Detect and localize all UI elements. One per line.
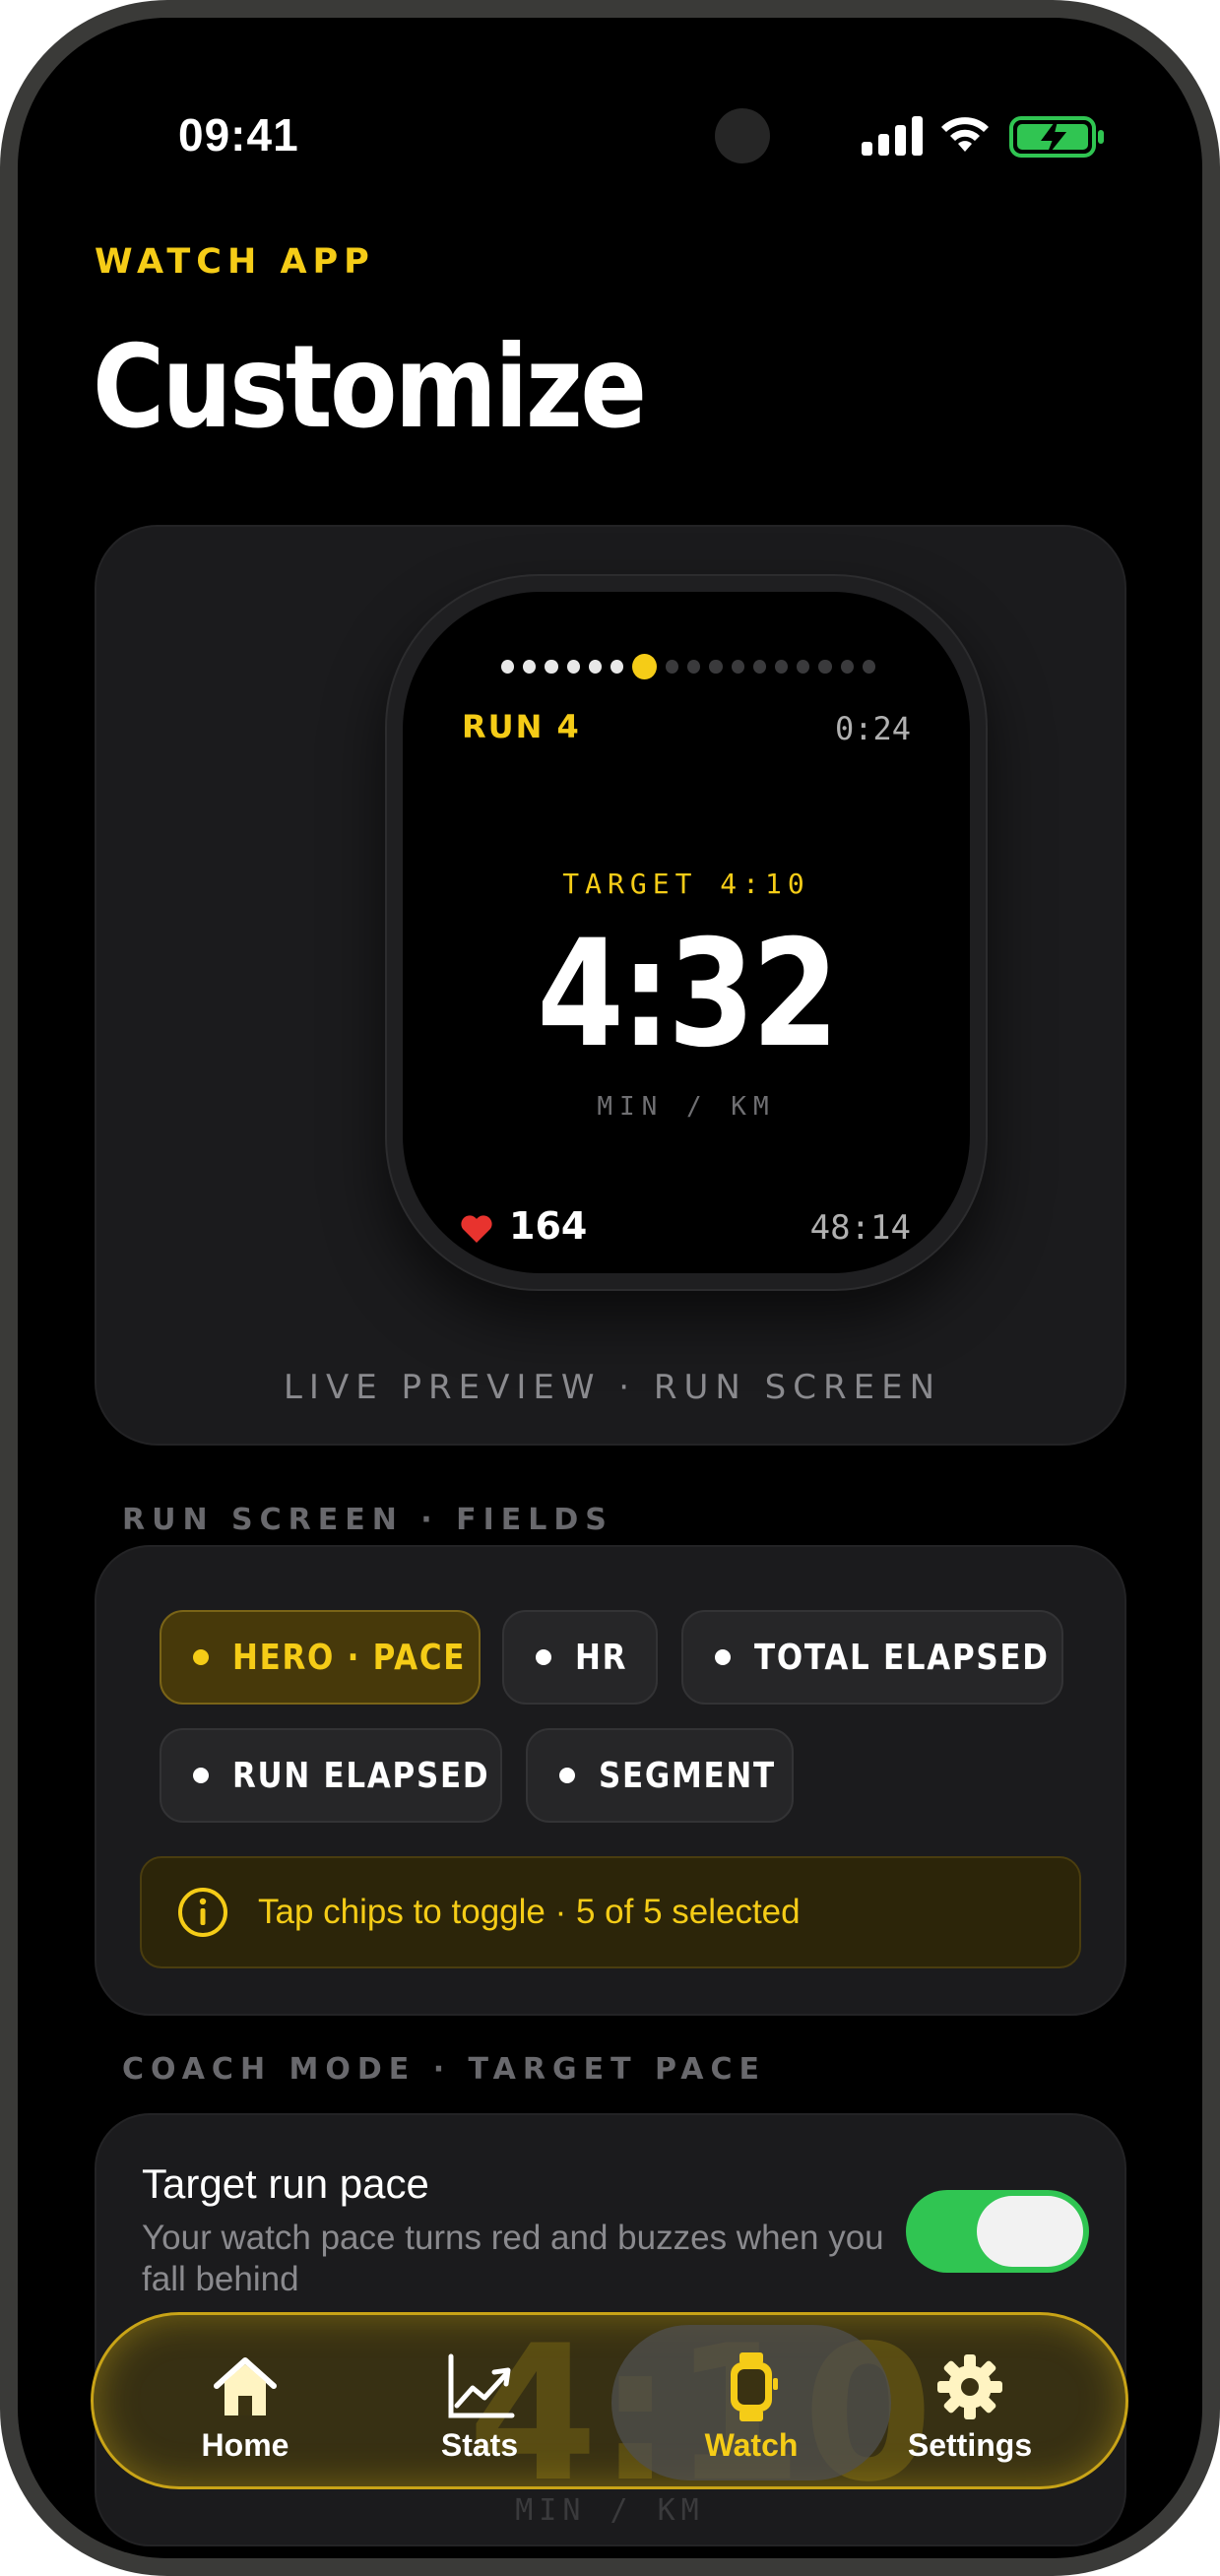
coach-title: Target run pace: [142, 2160, 429, 2207]
tab-label: Settings: [907, 2427, 1033, 2463]
chip-segment[interactable]: SEGMENT: [526, 1728, 794, 1823]
battery-charging-icon: [1009, 116, 1104, 158]
run-label: RUN 4: [462, 708, 581, 745]
page-dot: [774, 660, 789, 674]
page-dot-active: [632, 654, 657, 679]
phone-frame: 09:41 WATCH APP Customize RUN 4 0:24 TAR…: [0, 0, 1220, 2576]
page-dot: [818, 660, 832, 674]
fields-section-label: RUN SCREEN · FIELDS: [122, 1503, 613, 1537]
heart-rate-value: 164: [509, 1204, 588, 1248]
tab-home[interactable]: Home: [127, 2315, 363, 2486]
coach-section-label: COACH MODE · TARGET PACE: [122, 2052, 766, 2087]
page-title: Customize: [93, 321, 647, 454]
gear-icon: [937, 2354, 1002, 2419]
chip-bullet: [559, 1768, 575, 1783]
signal-icon: [862, 116, 923, 156]
watch-preview-card: RUN 4 0:24 TARGET 4:10 4:32 MIN / KM 164…: [95, 525, 1126, 1446]
watch-mockup: RUN 4 0:24 TARGET 4:10 4:32 MIN / KM 164…: [385, 574, 988, 1291]
fields-card: HERO · PACE HR TOTAL ELAPSED RUN ELAPSED…: [95, 1545, 1126, 2016]
screen: 09:41 WATCH APP Customize RUN 4 0:24 TAR…: [18, 18, 1202, 2558]
run-elapsed-time: 0:24: [834, 710, 911, 747]
page-dot: [687, 660, 701, 674]
page-dot: [588, 660, 603, 674]
section-eyebrow: WATCH APP: [95, 242, 375, 282]
page-dot: [840, 660, 854, 674]
tab-watch[interactable]: Watch: [611, 2325, 891, 2480]
tab-stats[interactable]: Stats: [361, 2315, 598, 2486]
page-dot: [501, 660, 515, 674]
info-icon: [178, 1888, 227, 1937]
hero-pace: 4:32: [537, 909, 839, 1080]
chip-bullet: [193, 1649, 209, 1665]
total-elapsed-time: 48:14: [809, 1208, 911, 1248]
home-icon: [214, 2357, 277, 2415]
chip-label: HR: [575, 1637, 628, 1678]
tab-label: Stats: [440, 2427, 519, 2463]
tab-settings[interactable]: Settings: [852, 2315, 1088, 2486]
toggle-knob: [977, 2196, 1083, 2267]
pace-unit: MIN / KM: [597, 1092, 776, 1122]
chip-label: TOTAL ELAPSED: [754, 1637, 1050, 1678]
target-pace-toggle[interactable]: [906, 2190, 1089, 2273]
preview-caption: LIVE PREVIEW · RUN SCREEN: [283, 1368, 942, 1407]
chip-total-elapsed[interactable]: TOTAL ELAPSED: [681, 1610, 1063, 1705]
page-dot: [797, 660, 810, 674]
chip-hr[interactable]: HR: [502, 1610, 658, 1705]
chip-label: RUN ELAPSED: [232, 1755, 490, 1796]
chip-run-elapsed[interactable]: RUN ELAPSED: [160, 1728, 502, 1823]
backdrop-unit-text: MIN / KM: [515, 2493, 705, 2528]
chip-hero-pace[interactable]: HERO · PACE: [160, 1610, 481, 1705]
coach-description: Your watch pace turns red and buzzes whe…: [142, 2219, 884, 2298]
fields-hint: Tap chips to toggle · 5 of 5 selected: [140, 1856, 1081, 1968]
chip-bullet: [536, 1649, 551, 1665]
target-pace: TARGET 4:10: [562, 868, 810, 900]
tab-label: Home: [201, 2427, 289, 2463]
page-dot: [731, 660, 744, 674]
chip-label: SEGMENT: [599, 1755, 776, 1796]
page-dots: [501, 653, 876, 680]
watch-icon: [731, 2352, 778, 2421]
page-dot: [752, 660, 766, 674]
page-dot: [566, 660, 580, 674]
status-time: 09:41: [178, 109, 299, 161]
page-dot: [709, 660, 723, 674]
tab-bar: 4:10 Home Stats: [91, 2312, 1128, 2489]
chip-label: HERO · PACE: [232, 1637, 467, 1678]
page-dot: [610, 660, 624, 674]
tab-label: Watch: [704, 2427, 799, 2463]
hint-text: Tap chips to toggle · 5 of 5 selected: [258, 1893, 801, 1931]
chip-bullet: [193, 1768, 209, 1783]
page-dot: [523, 660, 537, 674]
wifi-icon: [941, 117, 989, 152]
heart-icon: [461, 1215, 492, 1243]
watch-face: RUN 4 0:24 TARGET 4:10 4:32 MIN / KM 164…: [403, 592, 970, 1273]
page-dot: [665, 660, 679, 674]
page-dot: [862, 660, 876, 674]
chart-icon: [448, 2353, 515, 2418]
chip-bullet: [715, 1649, 731, 1665]
front-camera: [715, 108, 770, 163]
page-dot: [545, 660, 558, 674]
